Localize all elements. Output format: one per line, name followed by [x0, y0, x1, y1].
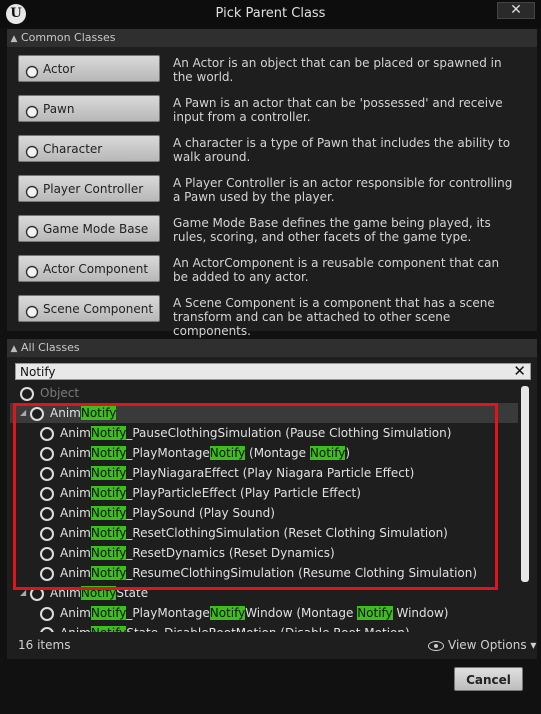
- item-count: 16 items: [18, 638, 71, 652]
- common-class-label: Player Controller: [43, 182, 144, 196]
- title-bar: U Pick Parent Class ✕: [0, 0, 541, 28]
- annotation-highlight-box: [13, 403, 498, 590]
- dropdown-arrow-icon: ▾: [526, 638, 537, 652]
- common-class-label: Actor Component: [43, 262, 149, 276]
- common-class-label: Scene Component: [43, 302, 154, 316]
- collapse-arrow-icon: ▲: [10, 344, 18, 354]
- pawn-icon: [25, 102, 39, 119]
- collapse-arrow-icon: ▲: [10, 34, 18, 44]
- common-classes-header[interactable]: ▲ Common Classes: [7, 29, 537, 47]
- class-icon: [20, 387, 34, 401]
- common-class-button[interactable]: Actor: [18, 55, 160, 82]
- common-class-description: A Scene Component is a component that ha…: [173, 296, 495, 338]
- game-mode-icon: [25, 222, 39, 239]
- actor-icon: [25, 62, 39, 79]
- search-match-highlight: Notify: [90, 606, 127, 620]
- common-class-description: A Pawn is an actor that can be 'possesse…: [173, 96, 503, 124]
- common-classes-title: Common Classes: [21, 31, 116, 44]
- common-class-button[interactable]: Actor Component: [18, 255, 160, 282]
- common-class-description: A character is a type of Pawn that inclu…: [173, 136, 511, 164]
- view-options-label: View Options: [448, 638, 527, 652]
- view-options-button[interactable]: View Options ▾: [428, 638, 536, 652]
- common-class-description: A Player Controller is an actor responsi…: [173, 176, 513, 204]
- tree-scrollbar[interactable]: [521, 386, 529, 582]
- clear-search-icon[interactable]: ✕: [513, 362, 526, 380]
- cancel-button[interactable]: Cancel: [454, 667, 523, 691]
- common-class-label: Character: [43, 142, 103, 156]
- common-class-label: Actor: [43, 62, 75, 76]
- common-class-button[interactable]: Player Controller: [18, 175, 160, 202]
- search-match-highlight: Notify: [357, 606, 393, 620]
- common-class-button[interactable]: Character: [18, 135, 160, 162]
- search-input[interactable]: [20, 364, 500, 379]
- label-segment: Window): [392, 606, 449, 620]
- eye-icon: [428, 640, 444, 651]
- player-controller-icon: [25, 182, 39, 199]
- common-class-button[interactable]: Game Mode Base: [18, 215, 160, 242]
- common-class-button[interactable]: Pawn: [18, 95, 160, 122]
- label-segment: Anim: [60, 606, 91, 620]
- common-class-description: An ActorComponent is a reusable componen…: [173, 256, 500, 284]
- tree-row[interactable]: Object: [10, 383, 518, 403]
- tree-row-label: Object: [40, 383, 79, 403]
- all-classes-title: All Classes: [21, 341, 80, 354]
- label-segment: Window (Montage: [245, 606, 358, 620]
- common-class-button[interactable]: Scene Component: [18, 295, 160, 322]
- common-class-label: Game Mode Base: [43, 222, 149, 236]
- actor-component-icon: [25, 262, 39, 279]
- all-classes-header[interactable]: ▲ All Classes: [7, 339, 537, 357]
- common-class-description: Game Mode Base defines the game being pl…: [173, 216, 491, 244]
- label-segment: Object: [40, 386, 80, 400]
- label-segment: _PlayMontage: [126, 606, 210, 620]
- tree-row[interactable]: AnimNotify_PlayMontageNotifyWindow (Mont…: [10, 603, 518, 623]
- search-match-highlight: Notify: [209, 606, 246, 620]
- common-class-label: Pawn: [43, 102, 75, 116]
- close-button[interactable]: ✕: [497, 2, 535, 19]
- class-icon: [40, 607, 54, 621]
- scene-component-icon: [25, 302, 39, 319]
- tree-row-label: AnimNotify_PlayMontageNotifyWindow (Mont…: [60, 603, 448, 623]
- window-title: Pick Parent Class: [215, 6, 326, 21]
- class-search-box[interactable]: ✕: [15, 362, 531, 380]
- common-class-description: An Actor is an object that can be placed…: [173, 56, 502, 84]
- character-icon: [25, 142, 39, 159]
